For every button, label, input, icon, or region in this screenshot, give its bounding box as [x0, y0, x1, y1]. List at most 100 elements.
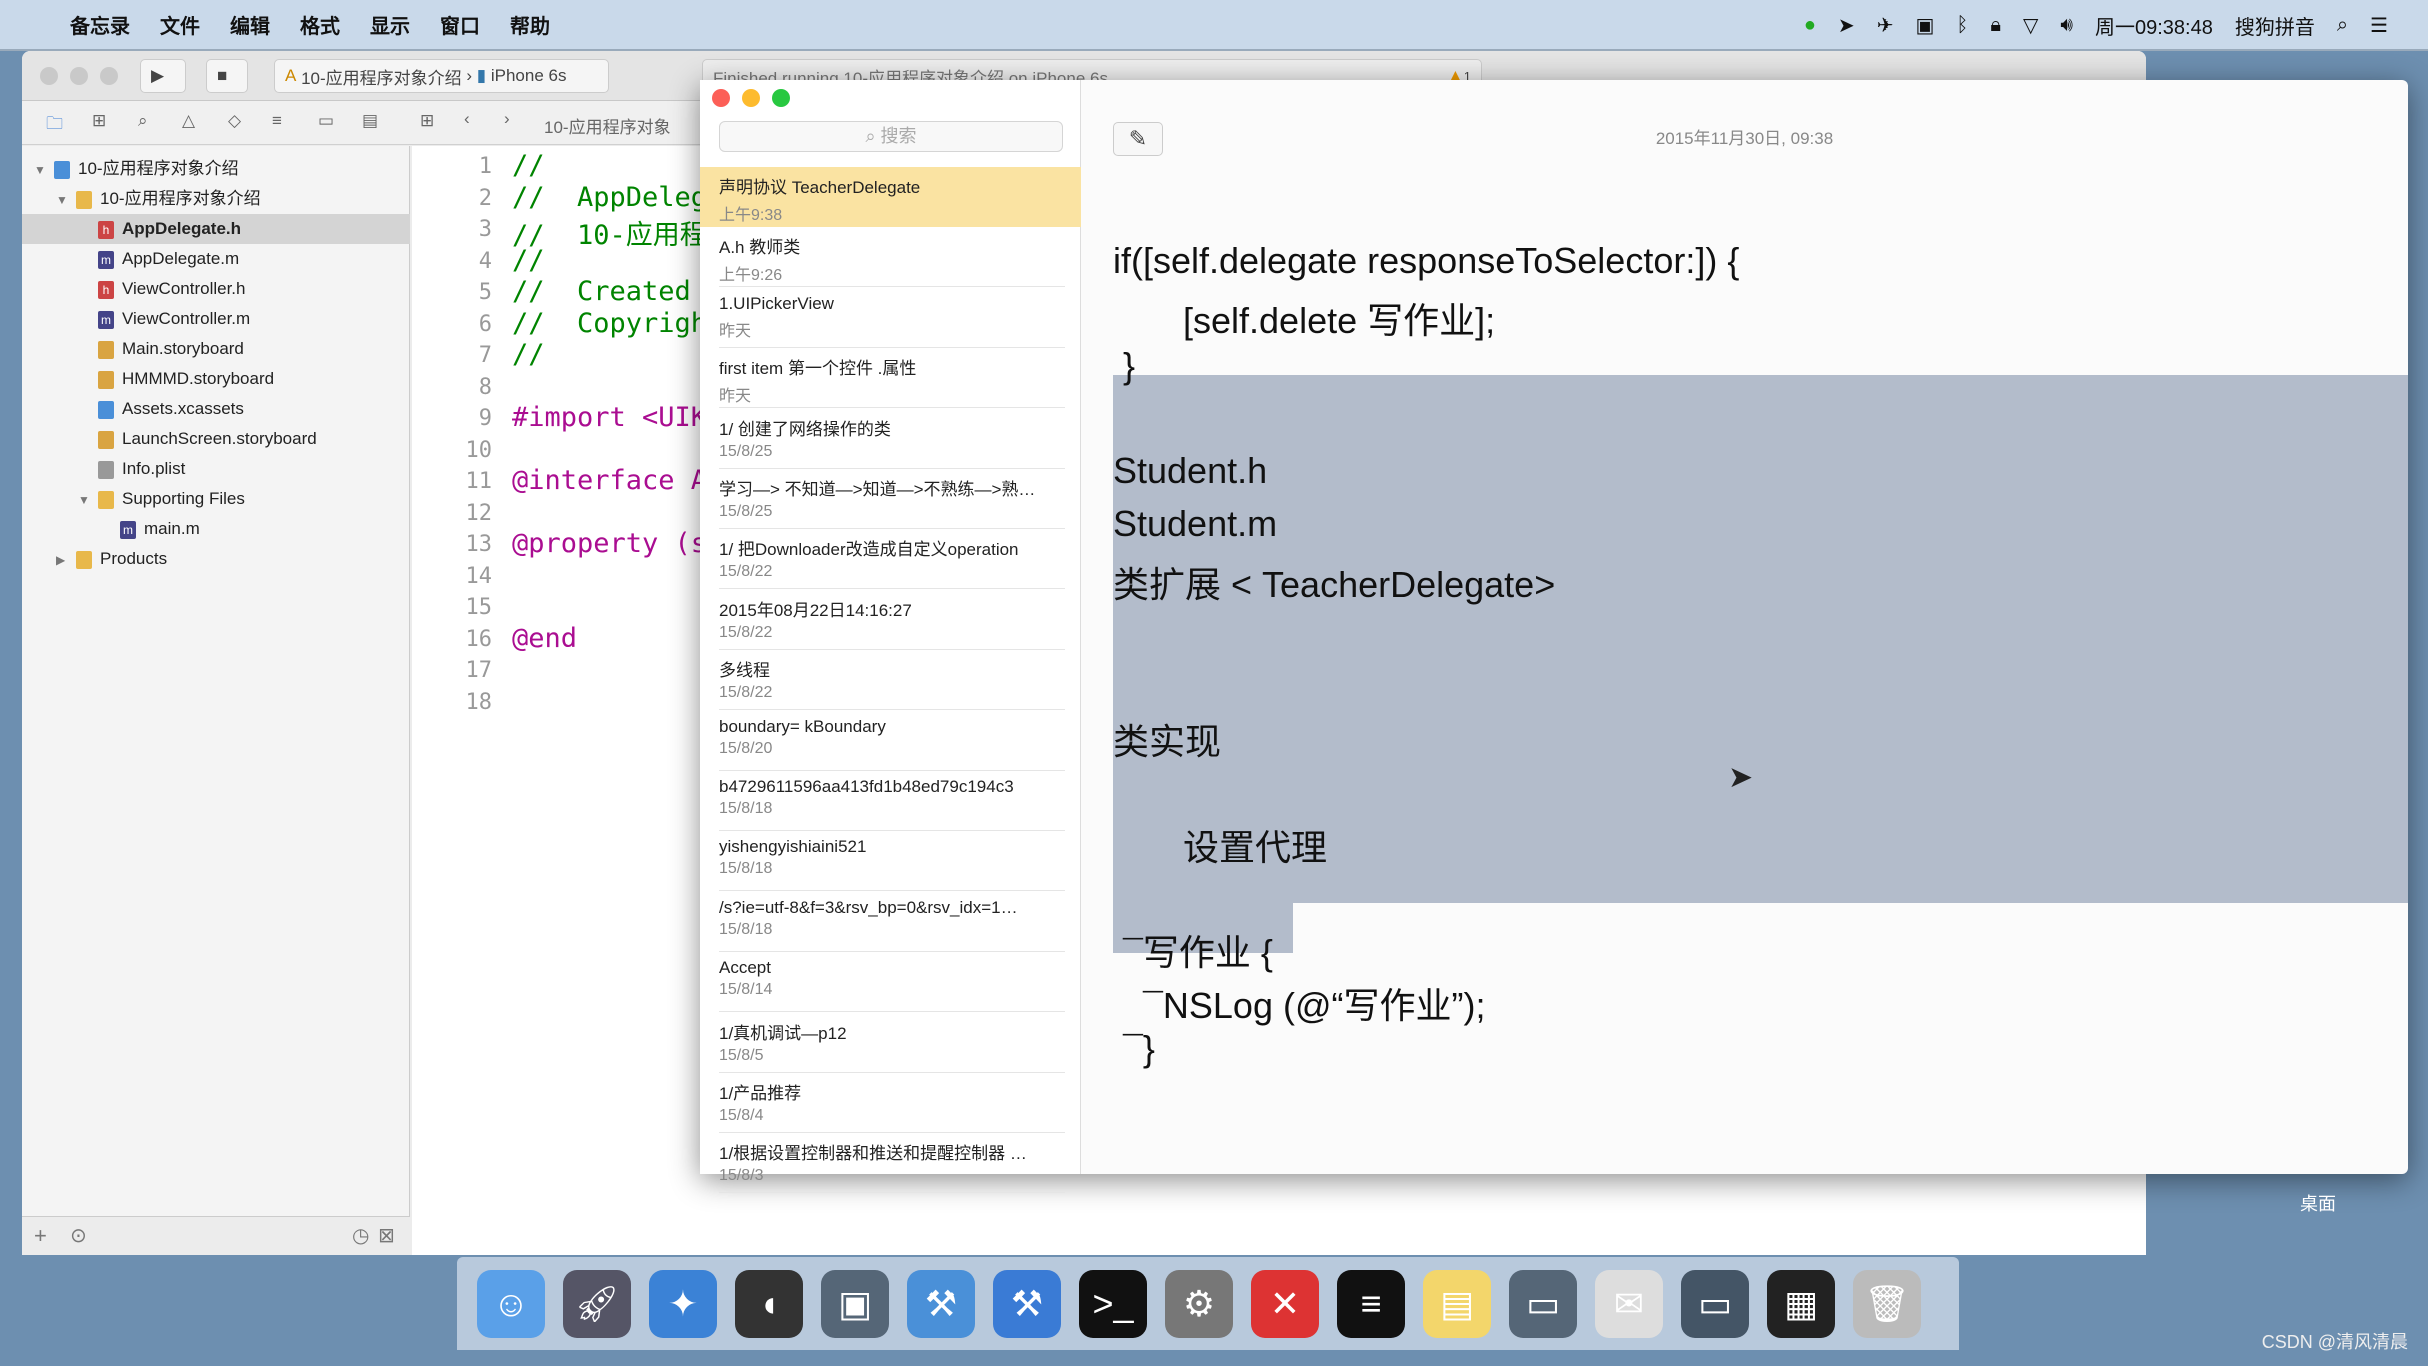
calculator-icon[interactable]: ▦	[1767, 1269, 1835, 1338]
scm-filter-icon[interactable]: ⊠	[378, 1223, 395, 1248]
note-list-item[interactable]: 1/产品推荐 15/8/4	[700, 1073, 1081, 1133]
zoom-button[interactable]	[772, 89, 790, 107]
system-preferences-icon[interactable]: ⚙	[1165, 1269, 1233, 1338]
tree-item[interactable]: m main.m	[22, 514, 200, 544]
note-list-item[interactable]: yishengyishiaini521 15/8/18	[700, 831, 1081, 892]
photo-booth-icon[interactable]: ▣	[821, 1269, 889, 1338]
note-list-item[interactable]: 1/ 把Downloader改造成自定义operation 15/8/22	[700, 529, 1081, 590]
tree-item[interactable]: Assets.xcassets	[22, 394, 244, 424]
tree-item[interactable]: m AppDelegate.m	[22, 244, 239, 274]
note-list-item[interactable]: boundary= kBoundary 15/8/20	[700, 711, 1081, 771]
back-icon[interactable]: ‹	[464, 109, 470, 129]
console-icon[interactable]: ≡	[1337, 1269, 1405, 1338]
spotlight-icon[interactable]: ⌕	[2337, 14, 2348, 37]
close-button[interactable]	[40, 67, 58, 85]
zoom-button[interactable]	[100, 67, 118, 85]
note-list-item[interactable]: 1/ 创建了网络操作的类 15/8/25	[700, 409, 1081, 469]
tree-item[interactable]: h ViewController.h	[22, 274, 245, 304]
add-icon[interactable]: +	[34, 1223, 47, 1249]
screen-record-icon[interactable]: ▣	[1915, 13, 1934, 38]
note-list-item[interactable]: 多线程 15/8/22	[700, 650, 1081, 711]
note-text-line: ¯写作业 {	[1113, 932, 1273, 973]
volume-icon[interactable]: 🔊︎	[2060, 14, 2073, 37]
wifi-icon[interactable]: ▽	[2023, 13, 2038, 38]
debug-navigator-icon[interactable]: ≡	[272, 111, 282, 131]
mouse-icon[interactable]: ◖	[735, 1269, 803, 1338]
airplane-icon[interactable]: ✈	[1877, 13, 1894, 38]
ime-indicator[interactable]: 搜狗拼音	[2235, 11, 2315, 40]
status-app-icon[interactable]: ●	[1804, 14, 1816, 37]
note-list-item[interactable]: A.h 教师类 上午9:26	[700, 227, 1081, 288]
location-icon[interactable]: ➤	[1838, 13, 1855, 38]
tree-item[interactable]: Info.plist	[22, 454, 185, 484]
note-list-item[interactable]: /s?ie=utf-8&f=3&rsv_bp=0&rsv_idx=1… 15/8/…	[700, 892, 1081, 952]
lock-icon[interactable]: 🔒︎	[1990, 14, 2001, 37]
note-list-item[interactable]: b4729611596aa413fd1b48ed79c194c3 15/8/18	[700, 771, 1081, 831]
related-items-icon[interactable]: ⊞	[420, 111, 434, 131]
tree-item[interactable]: h AppDelegate.h	[22, 214, 410, 244]
menu-view[interactable]: 显示	[370, 10, 410, 39]
recent-icon[interactable]: ◷	[352, 1223, 369, 1248]
menu-help[interactable]: 帮助	[510, 10, 550, 39]
note-list-item[interactable]: Accept 15/8/14	[700, 952, 1081, 1013]
run-button[interactable]: ▶	[140, 59, 186, 93]
note-date: 15/8/22	[719, 563, 773, 581]
notes-icon[interactable]: ▤	[1423, 1269, 1491, 1338]
clock[interactable]: 周一09:38:48	[2095, 11, 2213, 40]
jump-bar[interactable]: 10-应用程序对象	[544, 113, 671, 138]
note-list-item[interactable]: 1/根据设置控制器和推送和提醒控制器 … 15/8/3	[700, 1133, 1081, 1194]
tree-item[interactable]: LaunchScreen.storyboard	[22, 424, 317, 454]
filter-icon[interactable]: ⊙	[70, 1223, 87, 1248]
screen-icon[interactable]: ▭	[1509, 1269, 1577, 1338]
xcode-icon[interactable]: ⚒	[907, 1269, 975, 1338]
scheme-selector[interactable]: A 10-应用程序对象介绍 › ▮ iPhone 6s	[274, 59, 609, 93]
project-navigator-icon[interactable]: 🗀	[46, 111, 63, 140]
note-list-item[interactable]: 2015年08月22日14:16:27 15/8/22	[700, 590, 1081, 650]
report-navigator-icon[interactable]: ▤	[362, 111, 378, 131]
note-list-item[interactable]: 1.UIPickerView 昨天	[700, 288, 1081, 348]
tree-item[interactable]: Main.storyboard	[22, 334, 244, 364]
disclosure-triangle-icon[interactable]: ▶	[56, 545, 76, 575]
finder-icon[interactable]: ☺	[477, 1269, 545, 1338]
instruments-icon[interactable]: ⚒	[993, 1269, 1061, 1338]
note-list-item[interactable]: 学习—> 不知道—>知道—>不熟练—>熟… 15/8/25	[700, 469, 1081, 529]
menu-edit[interactable]: 编辑	[230, 10, 270, 39]
tree-item[interactable]: ▼ 10-应用程序对象介绍	[22, 184, 261, 214]
menu-format[interactable]: 格式	[300, 10, 340, 39]
issue-navigator-icon[interactable]: △	[182, 111, 195, 131]
symbol-navigator-icon[interactable]: ⊞	[92, 111, 106, 131]
close-button[interactable]	[712, 89, 730, 107]
menu-app[interactable]: 备忘录	[70, 10, 130, 39]
breakpoint-navigator-icon[interactable]: ▭	[318, 111, 334, 131]
note-list-item[interactable]: 声明协议 TeacherDelegate 上午9:38	[700, 167, 1081, 227]
tree-item[interactable]: ▼ Supporting Files	[22, 484, 245, 514]
minimize-button[interactable]	[70, 67, 88, 85]
note-editor[interactable]: ✎ 2015年11月30日, 09:38 if([self.delegate r…	[1081, 80, 2408, 1174]
forward-icon[interactable]: ›	[504, 109, 510, 129]
safari-icon[interactable]: ✦	[649, 1269, 717, 1338]
note-list-item[interactable]: first item 第一个控件 .属性 昨天	[700, 348, 1081, 409]
disclosure-triangle-icon[interactable]: ▼	[34, 155, 54, 185]
disclosure-triangle-icon[interactable]: ▼	[56, 185, 76, 215]
test-navigator-icon[interactable]: ◇	[228, 111, 241, 131]
stop-button[interactable]: ■	[206, 59, 248, 93]
display-icon[interactable]: ▭	[1681, 1269, 1749, 1338]
notification-center-icon[interactable]: ☰	[2370, 13, 2388, 38]
xmind-icon[interactable]: ✕	[1251, 1269, 1319, 1338]
note-list-item[interactable]: 1/真机调试—p12 15/8/5	[700, 1013, 1081, 1073]
mail-icon[interactable]: ✉	[1595, 1269, 1663, 1338]
menu-window[interactable]: 窗口	[440, 10, 480, 39]
menu-file[interactable]: 文件	[160, 10, 200, 39]
launchpad-icon[interactable]: 🚀︎	[563, 1269, 631, 1338]
tree-item[interactable]: ▼ 10-应用程序对象介绍	[22, 154, 239, 184]
minimize-button[interactable]	[742, 89, 760, 107]
tree-item[interactable]: HMMMD.storyboard	[22, 364, 274, 394]
terminal-icon[interactable]: >_	[1079, 1269, 1147, 1338]
tree-item[interactable]: ▶ Products	[22, 544, 167, 574]
search-input[interactable]: ⌕ 搜索	[719, 121, 1063, 152]
find-navigator-icon[interactable]: ⌕	[138, 111, 148, 131]
disclosure-triangle-icon[interactable]: ▼	[78, 485, 98, 515]
bluetooth-icon[interactable]: ᛒ	[1956, 14, 1968, 37]
tree-item[interactable]: m ViewController.m	[22, 304, 250, 334]
trash-icon[interactable]: 🗑︎	[1853, 1269, 1921, 1338]
